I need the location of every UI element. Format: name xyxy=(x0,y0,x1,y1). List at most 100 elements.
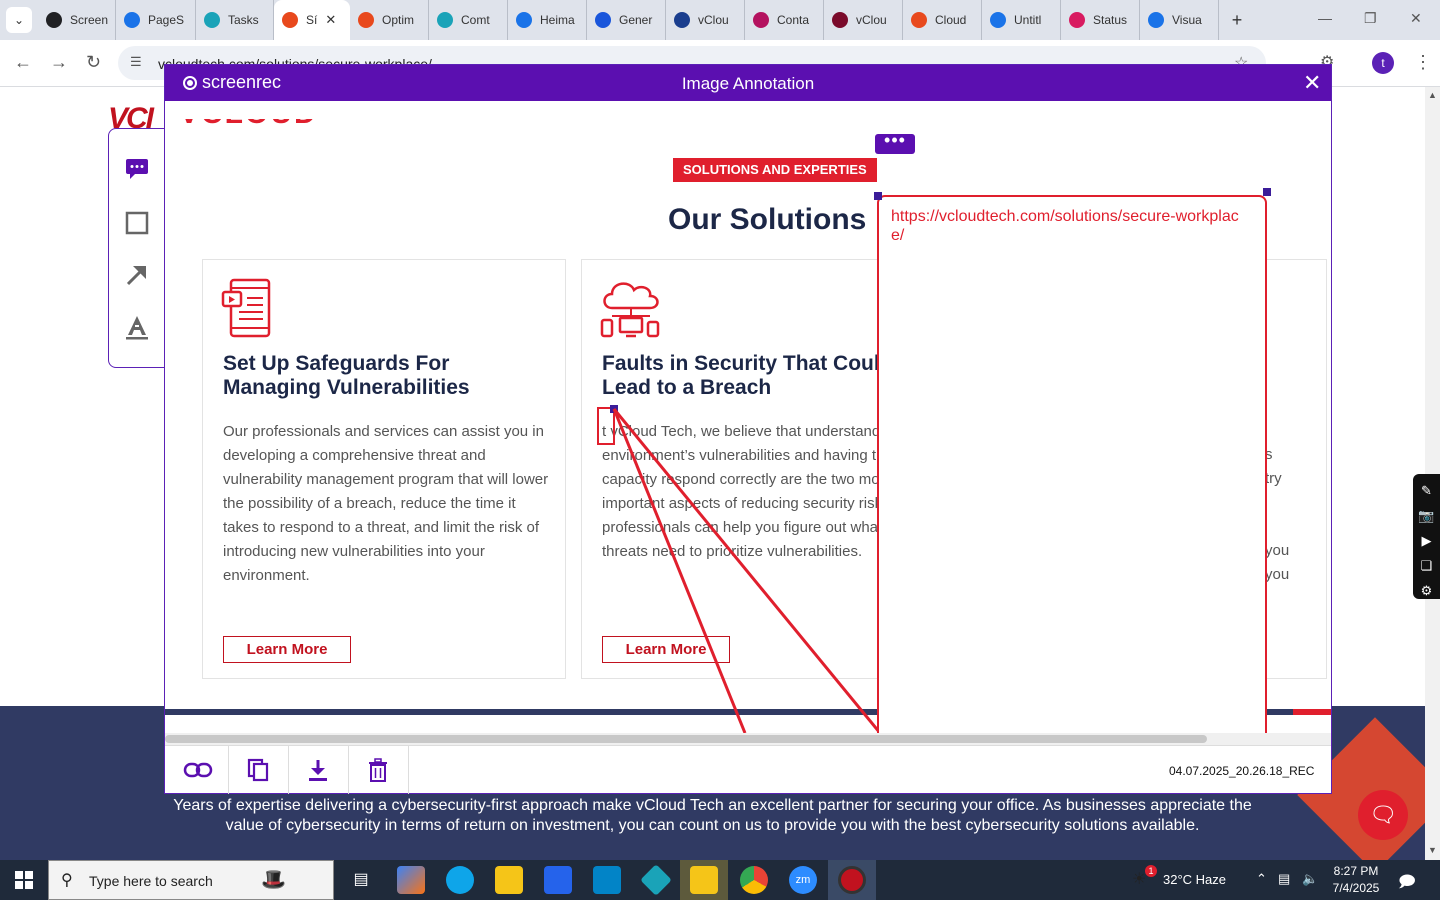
file-explorer-icon[interactable] xyxy=(495,866,523,894)
site-info-icon[interactable]: ☰ xyxy=(130,54,142,70)
canvas-scroll-thumb[interactable] xyxy=(165,735,1207,743)
gallery-icon[interactable]: ❏ xyxy=(1421,553,1433,578)
rectangle-icon xyxy=(125,211,149,235)
copy-link-button[interactable] xyxy=(168,746,229,794)
tab-9[interactable]: vClou xyxy=(666,0,745,40)
store-icon[interactable] xyxy=(544,866,572,894)
annotate-icon[interactable]: ✎ xyxy=(1421,478,1432,503)
comment-tool[interactable] xyxy=(123,155,151,183)
tab-7-favicon-icon xyxy=(516,12,532,28)
forward-icon[interactable]: → xyxy=(50,52,68,73)
dialog-title: Image Annotation xyxy=(681,74,815,93)
tab-8[interactable]: Gener xyxy=(587,0,666,40)
zoom-icon[interactable]: zm xyxy=(789,866,817,894)
minimize-icon[interactable]: — xyxy=(1318,10,1332,26)
back-icon[interactable]: ← xyxy=(14,52,32,73)
tab-14-label: Status xyxy=(1093,13,1128,27)
tab-5[interactable]: Optim xyxy=(350,0,429,40)
taskbar-clock[interactable]: 8:27 PM 7/4/2025 xyxy=(1326,863,1386,897)
tab-10-label: Conta xyxy=(777,13,810,27)
copilot-icon[interactable] xyxy=(397,866,425,894)
annotation-canvas[interactable]: VCLOUD TECH ••• SOLUTIONS AND EXPERTIES … xyxy=(165,101,1331,733)
annotation-callout-text[interactable]: https://vcloudtech.com/solutions/secure-… xyxy=(891,207,1251,245)
windows-logo-icon xyxy=(15,871,33,889)
tab-11[interactable]: vClou xyxy=(824,0,903,40)
weather-badge: 1 xyxy=(1145,865,1157,877)
tab-13[interactable]: Untitl xyxy=(982,0,1061,40)
tab-7-label: Heima xyxy=(540,13,575,27)
clock-time: 8:27 PM xyxy=(1333,864,1379,878)
tab-3-label: Tasks xyxy=(228,13,259,27)
tab-1-favicon-icon xyxy=(46,12,62,28)
tab-10-favicon-icon xyxy=(753,12,769,28)
tray-chevron-up-icon[interactable]: ⌃ xyxy=(1256,871,1267,887)
tab-3[interactable]: Tasks xyxy=(196,0,274,40)
volume-icon[interactable]: 🔈 xyxy=(1302,871,1318,887)
camera-icon[interactable]: 📷 xyxy=(1418,503,1434,528)
task-view-icon[interactable]: ▤ xyxy=(347,866,375,894)
copy-image-button[interactable] xyxy=(228,746,289,794)
chat-button[interactable]: 🗨 xyxy=(1358,790,1408,840)
text-a-icon xyxy=(126,316,148,340)
tab-8-label: Gener xyxy=(619,13,653,27)
tab-15[interactable]: Visua xyxy=(1140,0,1219,40)
download-icon xyxy=(309,760,327,781)
start-button[interactable] xyxy=(0,860,48,900)
resize-handle-top-left[interactable] xyxy=(874,192,882,200)
footer-text: Years of expertise delivering a cybersec… xyxy=(173,797,1252,834)
tab-6-favicon-icon xyxy=(437,12,453,28)
notification-icon[interactable]: 🗩 xyxy=(1398,871,1416,898)
tab-2[interactable]: PageS xyxy=(116,0,196,40)
tab-12[interactable]: Cloud xyxy=(903,0,982,40)
tab-7[interactable]: Heima xyxy=(508,0,587,40)
tab-4-active[interactable]: Sí ✕ xyxy=(274,0,350,40)
settings-gear-icon[interactable]: ⚙ xyxy=(1421,578,1433,603)
tab-5-label: Optim xyxy=(382,13,415,27)
resize-handle-top-right[interactable] xyxy=(1263,188,1271,196)
taskbar-search[interactable]: ⚲ Type here to search 🎩 xyxy=(48,860,334,900)
arrow-icon xyxy=(126,266,146,286)
chrome-icon[interactable] xyxy=(740,866,768,894)
restore-icon[interactable]: ❐ xyxy=(1364,10,1377,27)
tab-search-button[interactable]: ⌄ xyxy=(6,7,32,33)
sticky-notes-icon[interactable] xyxy=(690,866,718,894)
dialog-close-icon[interactable]: ✕ xyxy=(1303,70,1321,96)
app-diamond-icon[interactable] xyxy=(640,864,672,896)
window-close-icon[interactable]: ✕ xyxy=(1410,10,1422,27)
tab-10[interactable]: Conta xyxy=(745,0,824,40)
browser-tab-bar: ⌄ Screen PageS Tasks Sí ✕ Optim Comt Heim… xyxy=(0,0,1440,40)
delete-button[interactable] xyxy=(348,746,409,794)
chevron-down-icon: ⌄ xyxy=(13,13,25,27)
tab-close-icon[interactable]: ✕ xyxy=(325,12,336,28)
tab-12-favicon-icon xyxy=(911,12,927,28)
new-tab-button[interactable]: + xyxy=(1223,10,1251,31)
tab-6[interactable]: Comt xyxy=(429,0,508,40)
browser-menu-icon[interactable]: ⋮ xyxy=(1414,52,1432,73)
arrow-tool[interactable] xyxy=(123,261,151,289)
scroll-down-icon[interactable]: ▼ xyxy=(1428,845,1437,855)
scroll-up-icon[interactable]: ▲ xyxy=(1428,90,1437,100)
taskbar-search-placeholder: Type here to search xyxy=(89,873,213,889)
canvas-horizontal-scrollbar[interactable] xyxy=(165,733,1331,745)
text-tool[interactable] xyxy=(123,313,151,341)
tab-4-favicon-icon xyxy=(282,12,298,28)
download-button[interactable] xyxy=(288,746,349,794)
screenrec-icon[interactable] xyxy=(838,866,866,894)
edge-icon[interactable] xyxy=(446,866,474,894)
tab-3-favicon-icon xyxy=(204,12,220,28)
reload-icon[interactable]: ↻ xyxy=(86,52,101,73)
tab-1[interactable]: Screen xyxy=(38,0,116,40)
rectangle-tool[interactable] xyxy=(123,209,151,237)
profile-avatar[interactable]: t xyxy=(1372,52,1394,74)
tab-14[interactable]: Status xyxy=(1061,0,1140,40)
copy-icon xyxy=(247,758,269,782)
annotation-callout-box[interactable]: https://vcloudtech.com/solutions/secure-… xyxy=(877,195,1267,733)
recording-filename: 04.07.2025_20.26.18_REC xyxy=(1169,764,1315,778)
weather-text[interactable]: 32°C Haze xyxy=(1163,872,1226,887)
network-icon[interactable]: ▤ xyxy=(1278,871,1290,887)
video-icon[interactable]: ▶ xyxy=(1422,528,1432,553)
dialog-header: screenrec Image Annotation ✕ xyxy=(165,65,1331,101)
tab-8-favicon-icon xyxy=(595,12,611,28)
tab-9-favicon-icon xyxy=(674,12,690,28)
mail-icon[interactable] xyxy=(593,866,621,894)
